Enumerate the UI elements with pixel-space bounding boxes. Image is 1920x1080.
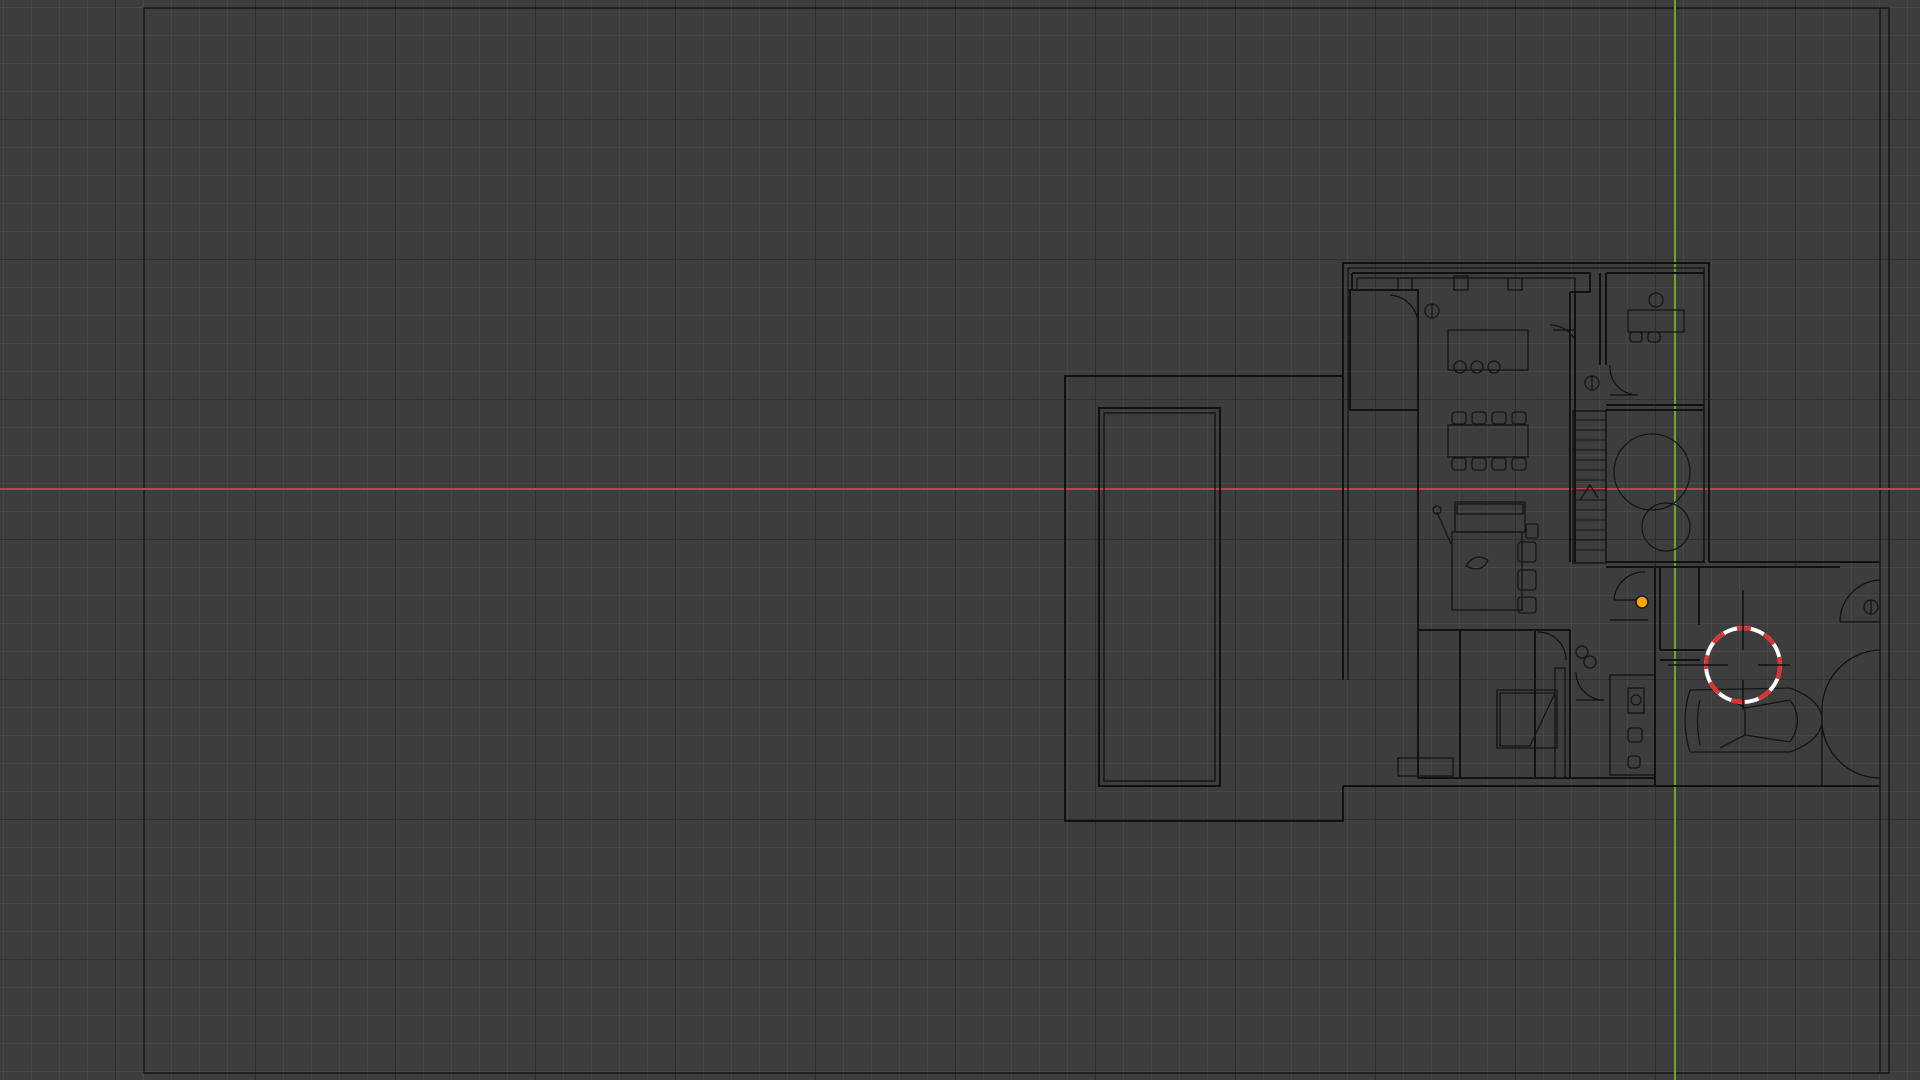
sink[interactable] [1397, 277, 1413, 291]
stair-arrow [1579, 483, 1599, 501]
kitchen-island[interactable] [1447, 329, 1529, 371]
floor-lamp-arm [1436, 511, 1452, 545]
round-room [1605, 409, 1705, 563]
object-origin-point[interactable] [1635, 595, 1649, 609]
car[interactable] [1684, 687, 1823, 753]
bath-walls [1417, 630, 1655, 779]
living-rug [1451, 531, 1523, 611]
coffee-table-leaf [1465, 556, 1489, 570]
bath-door-swing [1537, 631, 1567, 661]
kitchen-door-swing [1549, 324, 1576, 341]
round-table-small[interactable] [1641, 502, 1691, 552]
toilet-1[interactable] [1575, 645, 1589, 659]
garage-door-swing [1821, 649, 1881, 786]
storage-room [1349, 289, 1419, 411]
lounge-chairs [1517, 523, 1539, 614]
desk-stools [1629, 331, 1661, 343]
floor-plan[interactable] [1064, 262, 1881, 822]
bath-door-2-swing [1575, 671, 1605, 701]
wc-2[interactable] [1627, 755, 1641, 769]
island-stools [1453, 360, 1501, 374]
round-room-wall-bottom [1606, 561, 1704, 568]
dining-chairs [1451, 411, 1527, 471]
round-table-large[interactable] [1613, 433, 1691, 511]
sheet-border [143, 7, 1890, 1074]
bathtub[interactable] [1496, 689, 1558, 749]
washbasin-bowl [1630, 694, 1642, 706]
office-chair [1648, 292, 1664, 308]
counter-sink[interactable] [1507, 277, 1523, 291]
dining-table[interactable] [1447, 424, 1529, 458]
wc[interactable] [1627, 727, 1643, 743]
washroom [1609, 674, 1656, 776]
kitchen-wall [1351, 272, 1591, 631]
bench [1397, 757, 1454, 777]
terrace-outline [1064, 375, 1344, 822]
sofa[interactable] [1454, 501, 1526, 533]
toilet-2[interactable] [1583, 655, 1597, 669]
storage-door-swing [1389, 294, 1419, 324]
pool-inner [1103, 412, 1216, 782]
corridor-walls [1654, 567, 1700, 786]
3d-viewport[interactable] [0, 0, 1920, 1080]
sofa-back [1456, 503, 1524, 515]
garage-walls [1660, 561, 1880, 661]
bathtub-inner [1499, 692, 1557, 747]
office-door-swing [1609, 364, 1639, 396]
pool[interactable] [1098, 407, 1221, 787]
